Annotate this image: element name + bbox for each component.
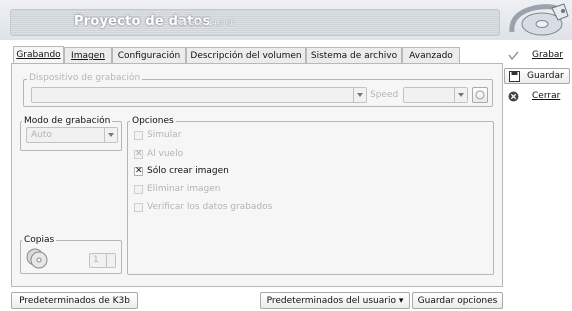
chevron-down-icon <box>104 128 117 142</box>
tab-sistema-archivo[interactable]: Sistema de archivo <box>306 47 402 64</box>
tab-label: Sistema de archivo <box>310 51 398 61</box>
save-button[interactable]: Guardar <box>504 68 570 84</box>
refresh-icon <box>475 90 485 100</box>
save-options-label: Guardar opciones <box>417 296 498 306</box>
spin-arrows-icon <box>106 254 115 267</box>
close-button[interactable]: Cerrar <box>504 89 570 105</box>
options-group <box>127 121 494 275</box>
remove-image-label: Eliminar imagen <box>147 184 221 194</box>
k3b-defaults-label: Predeterminados de K3b <box>19 296 130 306</box>
tab-configuracion[interactable]: Configuración <box>112 47 186 64</box>
tab-label: Avanzado <box>409 51 453 61</box>
options-group-legend: Opciones <box>130 116 176 126</box>
project-size-label: Tamaño: 14,0 KB <box>176 19 236 27</box>
dropdown-arrow-icon: ▾ <box>398 296 404 306</box>
tab-grabando[interactable]: Grabando <box>13 46 64 64</box>
device-select[interactable] <box>31 87 367 103</box>
simulate-label: Simular <box>147 130 182 140</box>
copies-value: 1 <box>93 255 99 265</box>
tab-label: Grabando <box>16 50 61 60</box>
tab-avanzado[interactable]: Avanzado <box>402 47 460 64</box>
k3b-defaults-button[interactable]: Predeterminados de K3b <box>11 292 138 309</box>
tab-label: Configuración <box>117 51 181 61</box>
chevron-down-icon <box>454 88 467 102</box>
burn-button-label: Grabar <box>532 50 564 60</box>
only-create-image-checkbox[interactable] <box>134 166 143 176</box>
tab-descripcion-volumen[interactable]: Descripción del volumen <box>186 47 306 64</box>
checkmark-icon <box>508 51 519 61</box>
verify-data-label: Verificar los datos grabados <box>147 202 273 212</box>
simulate-checkbox[interactable] <box>134 131 143 140</box>
floppy-icon <box>509 71 520 82</box>
close-button-label: Cerrar <box>532 91 561 101</box>
copies-group-legend: Copias <box>22 235 57 245</box>
mode-select-value: Auto <box>31 130 52 140</box>
close-icon <box>508 91 519 102</box>
device-group-legend: Dispositivo de grabación <box>27 73 143 83</box>
speed-label: Speed <box>370 90 399 100</box>
verify-data-checkbox[interactable] <box>134 203 143 212</box>
burn-button[interactable]: Grabar <box>504 48 570 64</box>
mode-select[interactable]: Auto <box>26 127 118 143</box>
save-options-button[interactable]: Guardar opciones <box>412 292 503 309</box>
refresh-devices-button[interactable] <box>472 87 488 103</box>
user-defaults-button[interactable]: Predeterminados del usuario ▾ <box>260 292 410 309</box>
copies-disc-icon <box>26 248 48 269</box>
on-the-fly-checkbox[interactable] <box>134 149 143 159</box>
user-defaults-label: Predeterminados del usuario <box>266 296 396 306</box>
copies-spinbox[interactable]: 1 <box>89 253 116 268</box>
tab-label: Descripción del volumen <box>190 51 302 61</box>
mode-group-legend: Modo de grabación <box>22 116 113 126</box>
on-the-fly-label: Al vuelo <box>147 149 184 159</box>
only-create-image-label: Sólo crear imagen <box>147 166 229 176</box>
save-button-label: Guardar <box>527 71 564 81</box>
chevron-down-icon <box>353 88 366 102</box>
speed-select[interactable] <box>403 87 468 103</box>
k3b-logo-icon <box>509 3 569 36</box>
remove-image-checkbox[interactable] <box>134 185 143 194</box>
tab-label: Imagen <box>71 51 105 61</box>
tab-imagen[interactable]: Imagen <box>64 47 112 64</box>
